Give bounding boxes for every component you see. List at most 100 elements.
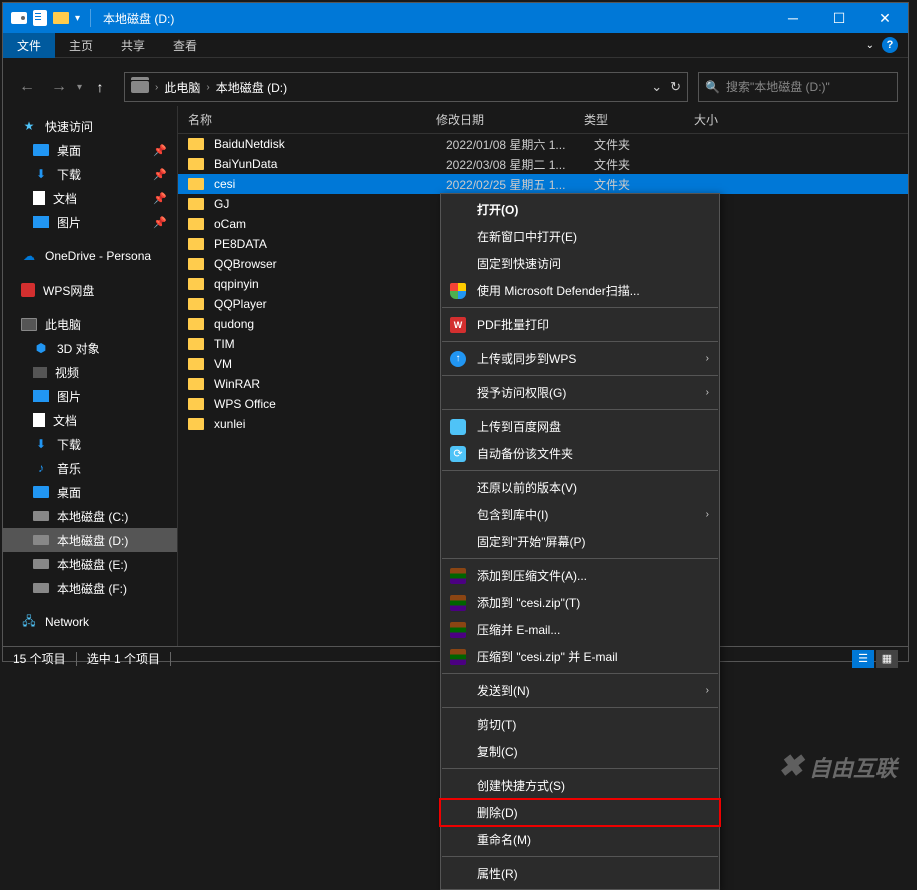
cm-properties[interactable]: 属性(R) [441, 860, 719, 887]
sidebar-videos[interactable]: 视频 [3, 360, 177, 384]
cm-baidu-upload[interactable]: 上传到百度网盘 [441, 413, 719, 440]
cm-include-library[interactable]: 包含到库中(I)› [441, 501, 719, 528]
cm-grant-access[interactable]: 授予访问权限(G)› [441, 379, 719, 406]
cm-add-zip[interactable]: 添加到 "cesi.zip"(T) [441, 589, 719, 616]
window-title: 本地磁盘 (D:) [103, 10, 174, 27]
cm-restore-previous[interactable]: 还原以前的版本(V) [441, 474, 719, 501]
file-name: TIM [214, 337, 446, 351]
cm-copy[interactable]: 复制(C) [441, 738, 719, 765]
separator [90, 9, 91, 27]
search-input[interactable] [726, 80, 891, 94]
cm-auto-backup[interactable]: ⟳自动备份该文件夹 [441, 440, 719, 467]
chevron-right-icon[interactable]: › [155, 82, 158, 93]
cm-open[interactable]: 打开(O) [441, 196, 719, 223]
ribbon-file-tab[interactable]: 文件 [3, 33, 55, 58]
file-name: BaiduNetdisk [214, 137, 446, 151]
cm-create-shortcut[interactable]: 创建快捷方式(S) [441, 772, 719, 799]
nav-up-button[interactable]: ↑ [86, 73, 114, 101]
cm-cut[interactable]: 剪切(T) [441, 711, 719, 738]
qat-dropdown-icon[interactable]: ▾ [75, 13, 80, 24]
sidebar-drive-d[interactable]: 本地磁盘 (D:) [3, 528, 177, 552]
breadcrumb-thispc[interactable]: 此电脑 [164, 79, 200, 96]
cube-icon: ⬢ [33, 340, 49, 356]
sidebar-pictures2[interactable]: 图片 [3, 384, 177, 408]
help-icon[interactable]: ? [882, 37, 898, 53]
sidebar-drive-f[interactable]: 本地磁盘 (F:) [3, 576, 177, 600]
cm-delete[interactable]: 删除(D) [441, 799, 719, 826]
sidebar-thispc[interactable]: 此电脑 [3, 312, 177, 336]
sidebar-wps[interactable]: WPS网盘 [3, 278, 177, 302]
cm-rename[interactable]: 重命名(M) [441, 826, 719, 853]
address-bar[interactable]: › 此电脑 › 本地磁盘 (D:) ⌄ ↻ [124, 72, 688, 102]
column-headers[interactable]: 名称 修改日期 类型 大小 [178, 106, 908, 134]
titlebar[interactable]: ▾ 本地磁盘 (D:) ─ ☐ ✕ [3, 3, 908, 33]
maximize-button[interactable]: ☐ [816, 3, 862, 33]
ribbon-collapse-icon[interactable]: ⌄ [866, 40, 874, 51]
sidebar-drive-c[interactable]: 本地磁盘 (C:) [3, 504, 177, 528]
file-row[interactable]: BaiduNetdisk2022/01/08 星期六 1...文件夹 [178, 134, 908, 154]
cloud-icon: ☁ [21, 248, 37, 264]
column-name[interactable]: 名称 [178, 111, 436, 128]
cm-defender-scan[interactable]: 使用 Microsoft Defender扫描... [441, 277, 719, 304]
sidebar-downloads2[interactable]: ⬇下载 [3, 432, 177, 456]
cm-compress-email[interactable]: 压缩并 E-mail... [441, 616, 719, 643]
file-name: VM [214, 357, 446, 371]
sidebar-desktop[interactable]: 桌面📌 [3, 138, 177, 162]
sidebar-documents[interactable]: 文档📌 [3, 186, 177, 210]
ribbon-tab-home[interactable]: 主页 [55, 33, 107, 58]
chevron-right-icon[interactable]: › [206, 82, 209, 93]
sidebar-quick-access[interactable]: ★快速访问 [3, 114, 177, 138]
details-view-button[interactable]: ☰ [852, 650, 874, 668]
cm-compress-zip-email[interactable]: 压缩到 "cesi.zip" 并 E-mail [441, 643, 719, 670]
cm-open-new-window[interactable]: 在新窗口中打开(E) [441, 223, 719, 250]
sidebar-downloads[interactable]: ⬇下载📌 [3, 162, 177, 186]
address-dropdown-icon[interactable]: ⌄ [651, 79, 662, 95]
column-date[interactable]: 修改日期 [436, 111, 584, 128]
folder-icon [188, 358, 204, 370]
cm-pdf-batch[interactable]: WPDF批量打印 [441, 311, 719, 338]
sidebar-documents2[interactable]: 文档 [3, 408, 177, 432]
sidebar-drive-e[interactable]: 本地磁盘 (E:) [3, 552, 177, 576]
nav-forward-button: → [45, 73, 73, 101]
sidebar-pictures[interactable]: 图片📌 [3, 210, 177, 234]
close-button[interactable]: ✕ [862, 3, 908, 33]
sidebar-desktop2[interactable]: 桌面 [3, 480, 177, 504]
document-icon[interactable] [33, 10, 47, 26]
pin-icon: 📌 [153, 192, 167, 205]
file-date: 2022/03/08 星期二 1... [446, 156, 594, 173]
column-type[interactable]: 类型 [584, 111, 694, 128]
minimize-button[interactable]: ─ [770, 3, 816, 33]
icons-view-button[interactable]: ▦ [876, 650, 898, 668]
refresh-icon[interactable]: ↻ [670, 79, 681, 95]
ribbon-tab-share[interactable]: 共享 [107, 33, 159, 58]
nav-back-button[interactable]: ← [13, 73, 41, 101]
context-menu[interactable]: 打开(O) 在新窗口中打开(E) 固定到快速访问 使用 Microsoft De… [440, 193, 720, 890]
sidebar-onedrive[interactable]: ☁OneDrive - Persona [3, 244, 177, 268]
sidebar-network[interactable]: 🖧Network [3, 610, 177, 634]
navigation-pane[interactable]: ★快速访问 桌面📌 ⬇下载📌 文档📌 图片📌 ☁OneDrive - Perso… [3, 106, 178, 646]
separator [442, 856, 718, 857]
column-size[interactable]: 大小 [694, 111, 908, 128]
search-box[interactable]: 🔍 [698, 72, 898, 102]
cm-send-to[interactable]: 发送到(N)› [441, 677, 719, 704]
sidebar-music[interactable]: ♪音乐 [3, 456, 177, 480]
drive-icon [11, 12, 27, 24]
nav-history-dropdown[interactable]: ▾ [77, 82, 82, 93]
cm-pin-quick[interactable]: 固定到快速访问 [441, 250, 719, 277]
search-icon: 🔍 [705, 80, 720, 94]
sidebar-3d-objects[interactable]: ⬢3D 对象 [3, 336, 177, 360]
archive-icon [449, 594, 467, 612]
document-icon [33, 191, 45, 205]
drive-icon [33, 559, 49, 569]
status-selected-count: 选中 1 个项目 [87, 650, 160, 667]
cloud-upload-icon: ↑ [449, 350, 467, 368]
archive-icon [449, 648, 467, 666]
separator [442, 673, 718, 674]
file-row[interactable]: cesi2022/02/25 星期五 1...文件夹 [178, 174, 908, 194]
cm-pin-start[interactable]: 固定到"开始"屏幕(P) [441, 528, 719, 555]
cm-wps-sync[interactable]: ↑上传或同步到WPS› [441, 345, 719, 372]
ribbon-tab-view[interactable]: 查看 [159, 33, 211, 58]
breadcrumb-drive[interactable]: 本地磁盘 (D:) [216, 79, 287, 96]
cm-add-archive[interactable]: 添加到压缩文件(A)... [441, 562, 719, 589]
file-row[interactable]: BaiYunData2022/03/08 星期二 1...文件夹 [178, 154, 908, 174]
